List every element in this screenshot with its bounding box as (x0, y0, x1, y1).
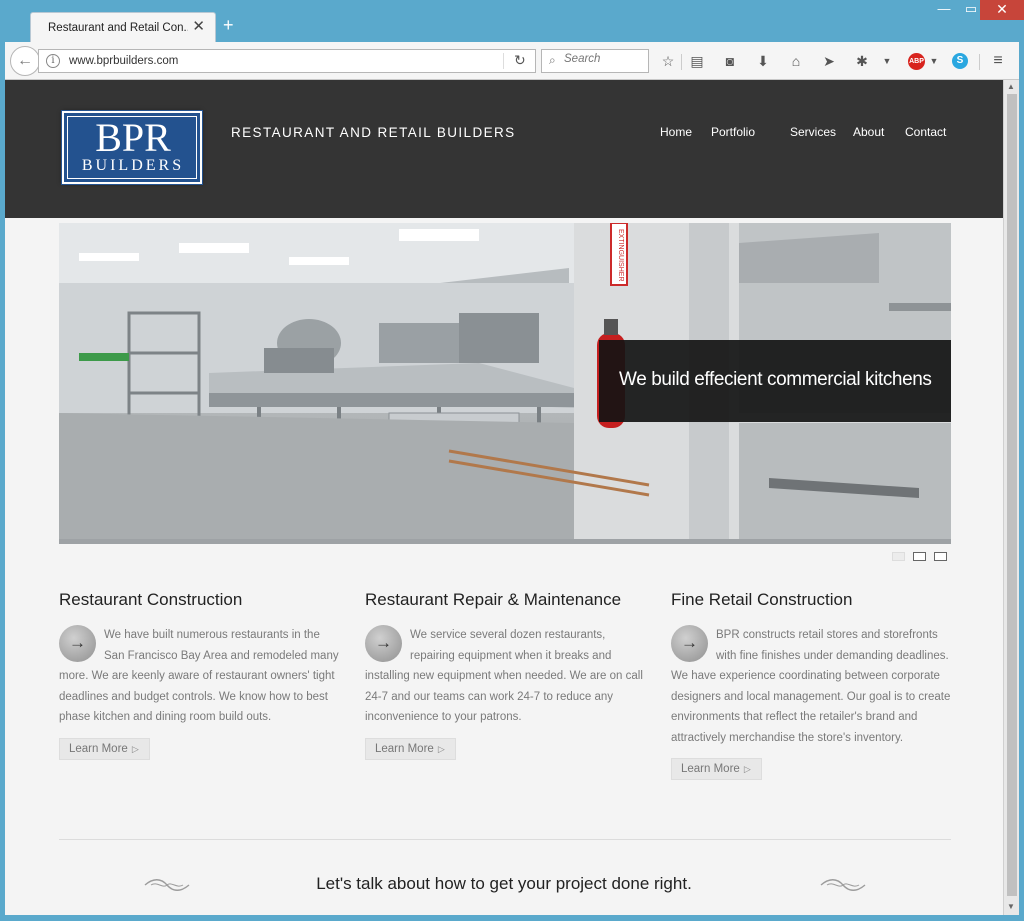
hero-slider: EXTINGUISHER We build effecient commerci… (59, 223, 951, 544)
logo-frame: BPR BUILDERS (67, 116, 197, 179)
logo-bpr-text: BPR (95, 115, 171, 160)
learn-more-button[interactable]: Learn More ▷ (671, 758, 762, 780)
column-text: We have built numerous restaurants in th… (59, 629, 339, 723)
skype-icon[interactable]: S (952, 53, 968, 69)
pocket-icon[interactable]: ◙ (721, 52, 739, 70)
toolbar-separator (681, 54, 682, 70)
abp-chevron-down-icon[interactable]: ▼ (925, 52, 943, 70)
learn-more-label: Learn More (681, 763, 740, 775)
scroll-thumb[interactable] (1007, 94, 1017, 896)
column-title: Restaurant Construction (59, 590, 243, 609)
site-header: BPR BUILDERS RESTAURANT AND RETAIL BUILD… (5, 80, 1003, 218)
section-divider (59, 839, 951, 840)
nav-services[interactable]: Services (790, 125, 836, 139)
bpr-logo[interactable]: BPR BUILDERS (61, 110, 203, 185)
nav-home[interactable]: Home (660, 125, 692, 139)
play-arrow-icon: ▷ (437, 743, 445, 754)
bug-icon[interactable]: ✱ (853, 52, 871, 70)
slide-indicator-2[interactable] (913, 552, 926, 561)
reading-list-icon[interactable]: ▤ (688, 52, 706, 70)
site-tagline: RESTAURANT AND RETAIL BUILDERS (231, 125, 516, 140)
feature-column-fine-retail: Fine Retail Construction → BPR construct… (671, 590, 953, 780)
back-arrow-icon[interactable]: ← (10, 46, 40, 76)
feature-column-repair-maintenance: Restaurant Repair & Maintenance → We ser… (365, 590, 647, 760)
play-arrow-icon: ▷ (131, 743, 139, 754)
slide-indicator-1[interactable] (892, 552, 905, 561)
url-bar[interactable]: i www.bprbuilders.com ↻ (38, 49, 536, 73)
column-text: We service several dozen restaurants, re… (365, 629, 643, 723)
search-icon: ⌕ (549, 53, 556, 67)
window-titlebar: Restaurant and Retail Con... ✕ + — ▭ ✕ (0, 0, 1024, 42)
reload-icon[interactable]: ↻ (514, 52, 526, 69)
logo-builders-text: BUILDERS (81, 157, 185, 174)
play-arrow-icon: ▷ (743, 764, 751, 774)
browser-tab[interactable]: Restaurant and Retail Con... ✕ (30, 12, 216, 42)
column-text: BPR constructs retail stores and storefr… (671, 629, 951, 744)
new-tab-button[interactable]: + (223, 16, 234, 34)
right-arrow-icon[interactable]: → (365, 625, 402, 662)
column-body: → We service several dozen restaurants, … (365, 625, 647, 728)
column-body: → BPR constructs retail stores and store… (671, 625, 953, 748)
chevron-down-icon[interactable]: ▼ (878, 52, 896, 70)
home-icon[interactable]: ⌂ (787, 52, 805, 70)
learn-more-button[interactable]: Learn More ▷ (59, 737, 150, 760)
nav-portfolio[interactable]: Portfolio (711, 125, 755, 139)
toolbar-separator (979, 54, 980, 70)
feature-column-restaurant-construction: Restaurant Construction → We have built … (59, 590, 341, 760)
hero-caption-text: We build effecient commercial kitchens (619, 369, 932, 390)
learn-more-button[interactable]: Learn More ▷ (365, 737, 456, 760)
learn-more-label: Learn More (69, 742, 128, 755)
info-icon[interactable]: i (46, 54, 60, 68)
send-icon[interactable]: ➤ (820, 52, 838, 70)
search-box[interactable]: ⌕ (541, 49, 649, 73)
search-input[interactable] (564, 53, 644, 65)
hero-caption: We build effecient commercial kitchens (599, 340, 951, 422)
close-window-button[interactable]: ✕ (980, 0, 1024, 20)
right-arrow-icon[interactable]: → (59, 625, 96, 662)
minimize-window-button[interactable]: — (930, 0, 958, 20)
slide-indicator-3[interactable] (934, 552, 947, 561)
scroll-up-icon[interactable]: ▲ (1007, 82, 1015, 91)
download-icon[interactable]: ⬇ (754, 52, 772, 70)
close-tab-icon[interactable]: ✕ (192, 19, 205, 35)
column-body: → We have built numerous restaurants in … (59, 625, 341, 728)
extinguisher-sign-text: EXTINGUISHER (617, 229, 624, 282)
column-title: Fine Retail Construction (671, 590, 853, 609)
flourish-right-icon (820, 879, 866, 891)
url-separator (503, 53, 504, 69)
column-title: Restaurant Repair & Maintenance (365, 590, 622, 609)
adblock-plus-icon[interactable]: ABP (908, 53, 925, 70)
nav-contact[interactable]: Contact (905, 125, 946, 139)
page-viewport: BPR BUILDERS RESTAURANT AND RETAIL BUILD… (5, 80, 1003, 915)
url-text[interactable]: www.bprbuilders.com (69, 55, 178, 67)
tab-title: Restaurant and Retail Con... (48, 22, 188, 34)
scroll-down-icon[interactable]: ▼ (1007, 902, 1015, 911)
vertical-scrollbar[interactable]: ▲ ▼ (1003, 80, 1019, 915)
right-arrow-icon[interactable]: → (671, 625, 708, 662)
learn-more-label: Learn More (375, 742, 434, 755)
bookmark-star-icon[interactable]: ☆ (659, 52, 677, 70)
browser-toolbar: ← i www.bprbuilders.com ↻ ⌕ ☆ ▤ ◙ ⬇ ⌂ ➤ … (5, 42, 1019, 80)
nav-about[interactable]: About (853, 125, 884, 139)
hamburger-menu-icon[interactable]: ≡ (989, 52, 1007, 70)
